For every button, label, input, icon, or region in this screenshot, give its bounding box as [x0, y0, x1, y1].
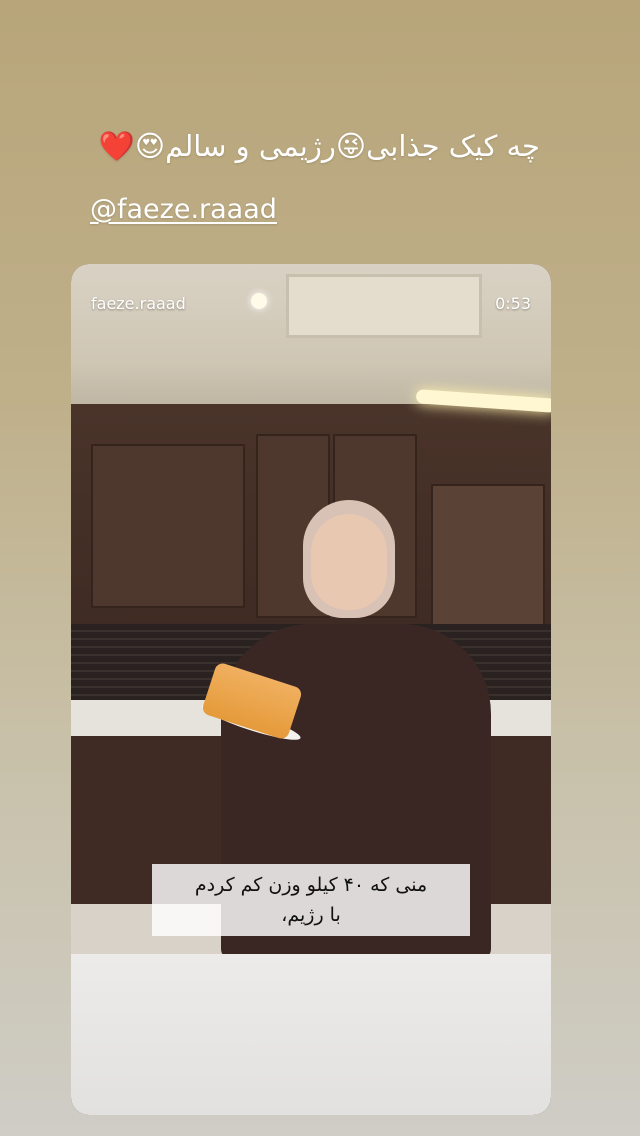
subtitle-line-1: منی که ۴۰ کیلو وزن کم کردم [194, 874, 428, 896]
video-subtitle: منی که ۴۰ کیلو وزن کم کردم با رژیم، [152, 864, 470, 936]
mention-link[interactable]: @faeze.raaad [90, 194, 277, 225]
cabinet-door [91, 444, 245, 608]
video-card[interactable]: faeze.raaad 0:53 منی که ۴۰ کیلو وزن کم ک… [71, 264, 551, 1115]
subtitle-line-2: با رژیم، [281, 904, 341, 926]
video-timer: 0:53 [495, 294, 531, 313]
video-username[interactable]: faeze.raaad [91, 294, 186, 313]
story-caption: چه کیک جذابی😜رژیمی و سالم😍❤️ [98, 129, 540, 163]
ceiling-light [251, 293, 267, 309]
ceiling-panel [286, 274, 482, 338]
kitchen-ceiling [71, 264, 551, 404]
person-face [311, 514, 387, 610]
table-top [71, 954, 551, 1115]
